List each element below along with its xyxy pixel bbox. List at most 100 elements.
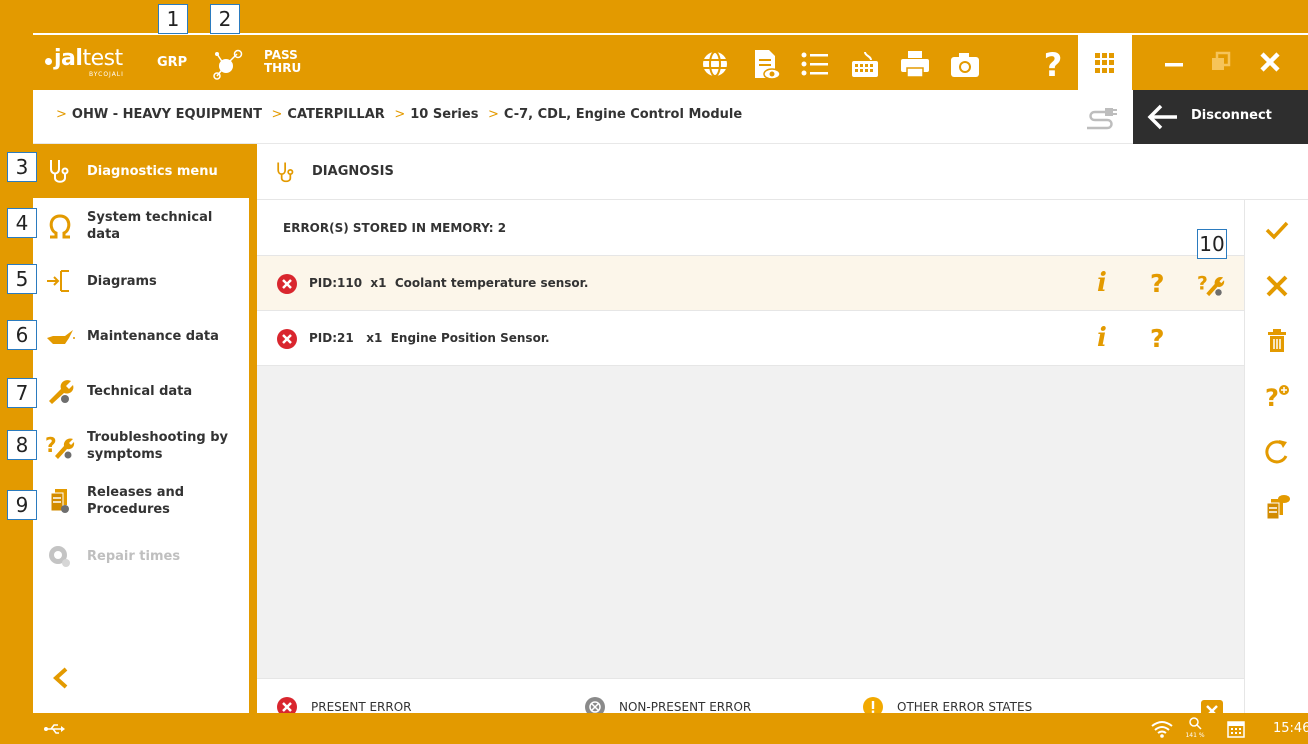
- main-panel: DIAGNOSIS ERROR(S) STORED IN MEMORY: 2 P…: [257, 144, 1308, 736]
- releases-icon: [50, 489, 69, 513]
- sidebar-item-diagrams[interactable]: Diagrams: [33, 254, 249, 308]
- sidebar-item-diagnostics-menu[interactable]: Diagnostics menu: [33, 144, 249, 198]
- cable-connection-icon: [1087, 108, 1117, 130]
- restore-icon[interactable]: [1193, 35, 1247, 90]
- disconnect-button[interactable]: Disconnect: [1133, 90, 1308, 144]
- camera-icon[interactable]: [949, 48, 981, 80]
- clock: 15:46: [1273, 721, 1308, 736]
- sidebar-item-releases-procedures[interactable]: Releases and Procedures: [33, 474, 249, 528]
- grp-mode-button[interactable]: GRP: [157, 55, 187, 70]
- breadcrumb-item[interactable]: CATERPILLAR: [287, 107, 384, 122]
- document-eye-icon[interactable]: [749, 48, 781, 80]
- breadcrumb-separator: >: [271, 107, 283, 122]
- sidebar-item-troubleshooting[interactable]: ? Troubleshooting by symptoms: [33, 419, 249, 473]
- chevron-left-icon[interactable]: [51, 664, 71, 692]
- info-icon[interactable]: i: [1097, 268, 1107, 298]
- error-count-label: ERROR(S) STORED IN MEMORY: 2: [283, 221, 507, 235]
- close-icon[interactable]: [1263, 272, 1291, 300]
- annotation-3: 3: [7, 152, 37, 182]
- help-icon[interactable]: ?: [1037, 48, 1069, 80]
- annotation-9: 9: [7, 490, 37, 520]
- usb-icon: [44, 724, 65, 734]
- check-icon[interactable]: [1263, 216, 1291, 244]
- pass-thru-button[interactable]: PASS THRU: [264, 49, 301, 75]
- annotation-10: 10: [1197, 229, 1227, 259]
- sidebar-item-system-technical-data[interactable]: System technical data: [33, 199, 249, 253]
- breadcrumb-item[interactable]: 10 Series: [410, 107, 478, 122]
- svg-text:?: ?: [1197, 274, 1208, 295]
- annotation-2: 2: [210, 4, 240, 34]
- sidebar-item-maintenance-data[interactable]: Maintenance data: [33, 309, 249, 363]
- sidebar-item-technical-data[interactable]: Technical data: [33, 364, 249, 418]
- documents-chat-icon[interactable]: [1263, 493, 1291, 521]
- close-icon[interactable]: [1243, 35, 1297, 90]
- troubleshoot-icon[interactable]: ?: [1197, 270, 1225, 298]
- top-bar: jaltest BYCOJALI GRP PASS THRU ?: [33, 33, 1308, 90]
- info-icon[interactable]: i: [1097, 323, 1107, 353]
- troubleshoot-icon: ?: [45, 433, 75, 459]
- sidebar-item-label: Technical data: [87, 383, 193, 399]
- zoom-indicator[interactable]: 141 %: [1183, 716, 1207, 742]
- sidebar-item-label: Diagrams: [87, 273, 157, 289]
- repair-times-icon: [49, 546, 70, 567]
- omega-icon: [49, 214, 71, 239]
- sidebar-item-label: Releases and Procedures: [87, 485, 185, 517]
- page-title: DIAGNOSIS: [312, 164, 394, 179]
- sidebar-item-label: Diagnostics menu: [87, 163, 218, 179]
- stethoscope-icon: [50, 160, 69, 183]
- annotation-1: 1: [158, 4, 188, 34]
- apps-grid-button[interactable]: [1078, 35, 1132, 90]
- legend-label: NON-PRESENT ERROR: [619, 700, 752, 714]
- network-icon[interactable]: [213, 48, 245, 80]
- status-bar: 141 % 15:46: [33, 713, 1308, 744]
- annotation-5: 5: [7, 264, 37, 294]
- breadcrumb-item[interactable]: OHW - HEAVY EQUIPMENT: [72, 107, 262, 122]
- sidebar: Diagnostics menu System technical data D…: [33, 144, 249, 713]
- diagnosis-header: DIAGNOSIS: [257, 144, 1308, 200]
- breadcrumb-separator: >: [487, 107, 499, 122]
- present-error-icon: [277, 274, 297, 294]
- breadcrumb-separator: >: [56, 107, 67, 122]
- breadcrumb: > OHW - HEAVY EQUIPMENT > CATERPILLAR >10 …: [51, 107, 742, 122]
- annotation-6: 6: [7, 320, 37, 350]
- thru-label: THRU: [264, 61, 302, 75]
- error-count-row: ERROR(S) STORED IN MEMORY: 2: [257, 200, 1244, 256]
- svg-text:?: ?: [1044, 48, 1063, 80]
- wrench-icon: [49, 380, 74, 404]
- logo-subtitle: BYCOJALI: [89, 71, 124, 78]
- help-icon[interactable]: ?: [1150, 269, 1165, 298]
- error-row[interactable]: PID:110 x1 Coolant temperature sensor. i…: [257, 256, 1244, 311]
- breadcrumb-separator: >: [394, 107, 406, 122]
- error-text: PID:110 x1 Coolant temperature sensor.: [309, 276, 589, 290]
- globe-icon[interactable]: [699, 48, 731, 80]
- list-icon[interactable]: [799, 48, 831, 80]
- oil-can-icon: [47, 330, 75, 344]
- present-error-icon: [277, 329, 297, 349]
- sidebar-item-repair-times: Repair times: [33, 529, 249, 583]
- disconnect-label: Disconnect: [1191, 108, 1272, 123]
- sidebar-item-label: Troubleshooting by symptoms: [87, 430, 229, 462]
- sidebar-item-label: Maintenance data: [87, 328, 219, 344]
- annotation-7: 7: [7, 378, 37, 408]
- sidebar-item-label: System technical data: [87, 210, 213, 242]
- legend-label: OTHER ERROR STATES: [897, 700, 1033, 714]
- help-plus-icon[interactable]: ?: [1263, 382, 1291, 410]
- sidebar-item-label: Repair times: [87, 548, 181, 564]
- svg-text:?: ?: [1265, 384, 1279, 410]
- error-row[interactable]: PID:21 x1 Engine Position Sensor. i ?: [257, 311, 1244, 366]
- refresh-icon[interactable]: [1263, 438, 1291, 466]
- trash-icon[interactable]: [1263, 327, 1291, 355]
- breadcrumb-item[interactable]: C-7, CDL, Engine Control Module: [504, 107, 742, 122]
- help-icon[interactable]: ?: [1150, 324, 1165, 353]
- error-list-area: ERROR(S) STORED IN MEMORY: 2 PID:110 x1 …: [257, 200, 1244, 736]
- error-text: PID:21 x1 Engine Position Sensor.: [309, 331, 550, 345]
- annotation-8: 8: [7, 430, 37, 460]
- keyboard-icon[interactable]: [849, 48, 881, 80]
- right-toolbar: ?: [1244, 200, 1308, 713]
- calendar-icon[interactable]: [1227, 720, 1245, 738]
- magnifier-icon: [1189, 717, 1202, 730]
- app-window: jaltest BYCOJALI GRP PASS THRU ? > OHW -…: [33, 33, 1308, 744]
- jaltest-logo: jaltest: [45, 46, 123, 71]
- printer-icon[interactable]: [899, 48, 931, 80]
- svg-text:?: ?: [45, 433, 57, 457]
